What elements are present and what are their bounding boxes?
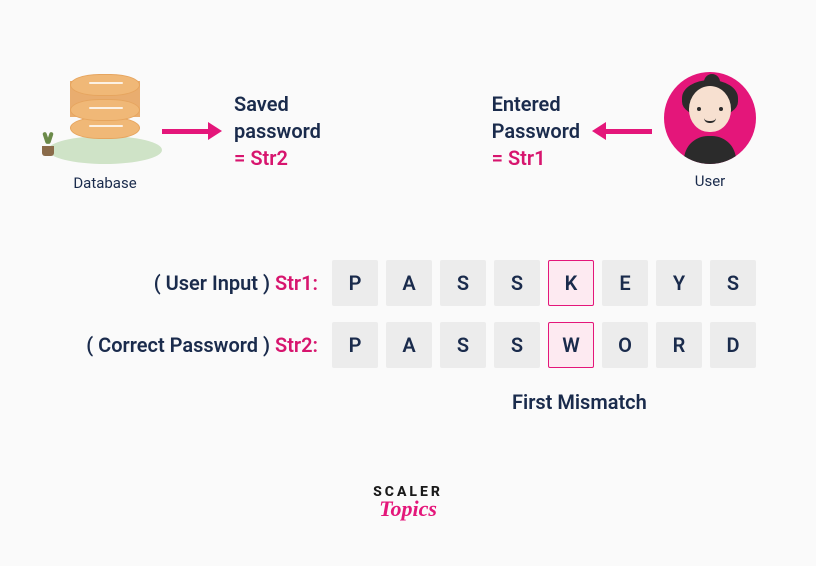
char-cell: Y — [656, 260, 702, 306]
top-row: Database Saved password = Str2 Entered P… — [60, 70, 756, 192]
database-icon — [60, 70, 150, 160]
char-cell: R — [656, 322, 702, 368]
entered-line2: Password — [492, 118, 580, 145]
user-label: User — [695, 172, 726, 190]
char-cell: D — [710, 322, 756, 368]
saved-line2: password — [234, 118, 321, 145]
logo-line2: Topics — [373, 496, 443, 522]
saved-eq: = Str2 — [234, 145, 321, 172]
char-cell: S — [710, 260, 756, 306]
string-comparison: ( User Input ) Str1: PASSKEYS ( Correct … — [60, 260, 756, 384]
saved-line1: Saved — [234, 91, 321, 118]
entered-eq: = Str1 — [492, 145, 580, 172]
char-cell: S — [494, 260, 540, 306]
string-row-2: ( Correct Password ) Str2: PASSWORD — [60, 322, 756, 368]
str2-cells: PASSWORD — [332, 322, 756, 368]
str2-label: ( Correct Password ) Str2: — [86, 333, 318, 357]
database-figure: Database — [60, 70, 150, 192]
char-cell: O — [602, 322, 648, 368]
scaler-logo: SCALER Topics — [373, 484, 443, 522]
char-cell: A — [386, 260, 432, 306]
database-group: Database Saved password = Str2 — [60, 70, 321, 192]
char-cell: A — [386, 322, 432, 368]
user-group: Entered Password = Str1 User — [492, 72, 756, 190]
database-label: Database — [73, 174, 136, 192]
entered-password-text: Entered Password = Str1 — [492, 91, 580, 172]
str1-label: ( User Input ) Str1: — [154, 271, 318, 295]
str2-paren: ( Correct Password ) — [86, 333, 270, 357]
char-cell: E — [602, 260, 648, 306]
char-cell: W — [548, 322, 594, 368]
str1-cells: PASSKEYS — [332, 260, 756, 306]
arrow-left-icon — [592, 122, 652, 140]
user-figure: User — [664, 72, 756, 190]
str1-var: Str1: — [275, 271, 318, 295]
str1-paren: ( User Input ) — [154, 271, 270, 295]
char-cell: K — [548, 260, 594, 306]
arrow-right-icon — [162, 122, 222, 140]
saved-password-text: Saved password = Str2 — [234, 91, 321, 172]
user-avatar-icon — [664, 72, 756, 164]
first-mismatch-label: First Mismatch — [512, 390, 647, 414]
str2-var: Str2: — [275, 333, 318, 357]
char-cell: S — [494, 322, 540, 368]
char-cell: P — [332, 322, 378, 368]
char-cell: S — [440, 260, 486, 306]
char-cell: P — [332, 260, 378, 306]
string-row-1: ( User Input ) Str1: PASSKEYS — [60, 260, 756, 306]
entered-line1: Entered — [492, 91, 580, 118]
char-cell: S — [440, 322, 486, 368]
